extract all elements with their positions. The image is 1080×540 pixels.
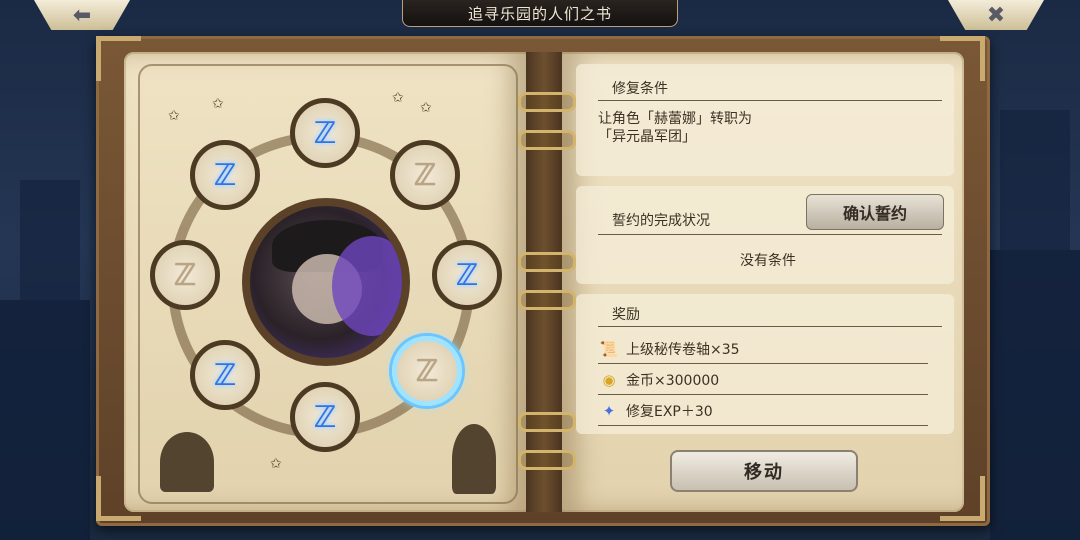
divider bbox=[598, 234, 942, 235]
reward-text: 上级秘传卷轴×35 bbox=[626, 342, 740, 358]
reward-text: 金币×300000 bbox=[626, 373, 720, 389]
binder-ring bbox=[518, 412, 576, 432]
background-building bbox=[20, 180, 80, 300]
rewards-label: 奖励 bbox=[612, 307, 640, 323]
page-title: 追寻乐园的人们之书 bbox=[402, 0, 678, 27]
close-icon: ✖ bbox=[986, 2, 1006, 28]
character-portrait bbox=[242, 198, 410, 366]
rune-node-right[interactable]: ℤ bbox=[432, 240, 502, 310]
rune-node-bottom-left[interactable]: ℤ bbox=[190, 340, 260, 410]
star-icon: ✩ bbox=[270, 456, 282, 472]
arrow-left-icon: ⬅ bbox=[72, 2, 92, 28]
gold-coin-icon: ◉ bbox=[602, 371, 616, 389]
background-building bbox=[990, 250, 1080, 540]
divider bbox=[598, 326, 942, 327]
cat-silhouette-icon bbox=[160, 432, 214, 492]
rune-node-left[interactable]: ℤ bbox=[150, 240, 220, 310]
pledge-status-label: 誓约的完成状况 bbox=[612, 213, 710, 229]
rune-node-bottom-right[interactable]: ℤ bbox=[392, 336, 462, 406]
rune-node-top-right[interactable]: ℤ bbox=[390, 140, 460, 210]
reward-item: ◉ 金币×300000 bbox=[598, 367, 928, 393]
background-building bbox=[1000, 110, 1070, 250]
star-icon: ✩ bbox=[168, 108, 180, 124]
star-icon: ✩ bbox=[212, 96, 224, 112]
repair-condition-text-line2: 「异元晶军团」 bbox=[598, 129, 696, 145]
rune-node-top[interactable]: ℤ bbox=[290, 98, 360, 168]
book-spine bbox=[526, 52, 562, 512]
binder-ring bbox=[518, 130, 576, 150]
rune-node-bottom[interactable]: ℤ bbox=[290, 382, 360, 452]
pledge-status-text: 没有条件 bbox=[740, 253, 796, 269]
binder-ring bbox=[518, 92, 576, 112]
reward-item: ✦ 修复EXP＋30 bbox=[598, 398, 928, 424]
reward-text: 修复EXP＋30 bbox=[626, 404, 713, 420]
repair-exp-icon: ✦ bbox=[602, 402, 616, 420]
repair-conditions-label: 修复条件 bbox=[612, 81, 668, 97]
binder-ring bbox=[518, 290, 576, 310]
reward-item: 📜 上级秘传卷轴×35 bbox=[598, 336, 928, 362]
divider bbox=[598, 394, 928, 395]
portrait-aura bbox=[332, 236, 402, 336]
move-button[interactable]: 移动 bbox=[670, 450, 858, 492]
back-button[interactable]: ⬅ bbox=[34, 0, 130, 30]
binder-ring bbox=[518, 450, 576, 470]
scroll-icon: 📜 bbox=[599, 340, 619, 358]
repair-condition-text-line1: 让角色「赫蕾娜」转职为 bbox=[598, 111, 752, 127]
confirm-pledge-button[interactable]: 确认誓约 bbox=[806, 194, 944, 230]
background-building bbox=[0, 300, 90, 540]
cat-silhouette-icon bbox=[452, 424, 496, 494]
divider bbox=[598, 100, 942, 101]
close-button[interactable]: ✖ bbox=[948, 0, 1044, 30]
star-icon: ✩ bbox=[392, 90, 404, 106]
rune-node-top-left[interactable]: ℤ bbox=[190, 140, 260, 210]
star-icon: ✩ bbox=[420, 100, 432, 116]
binder-ring bbox=[518, 252, 576, 272]
divider bbox=[598, 363, 928, 364]
divider bbox=[598, 425, 928, 426]
